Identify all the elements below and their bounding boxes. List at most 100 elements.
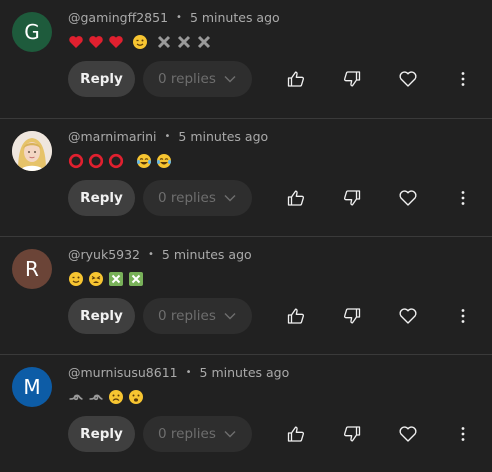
hollow-red-circle-icon bbox=[68, 153, 84, 169]
red-heart-icon bbox=[109, 36, 123, 48]
replies-toggle[interactable]: 0 replies bbox=[143, 298, 252, 334]
comment-username[interactable]: @murnisusu8611 bbox=[68, 365, 178, 380]
thumbs-down-icon bbox=[343, 426, 361, 442]
dislike-button[interactable] bbox=[339, 66, 365, 92]
chevron-down-icon bbox=[224, 313, 236, 320]
winking-face-icon bbox=[69, 272, 83, 286]
avatar[interactable]: M bbox=[12, 367, 52, 407]
heart-outline-icon bbox=[399, 71, 417, 87]
thumbs-down-icon bbox=[343, 190, 361, 206]
avatar-letter: M bbox=[23, 375, 41, 399]
cross-mark-button-icon bbox=[109, 272, 123, 286]
anguished-face-icon bbox=[129, 390, 143, 404]
thumbs-down-icon bbox=[343, 308, 361, 324]
replies-toggle[interactable]: 0 replies bbox=[143, 416, 252, 452]
comment-meta: @ryuk5932 • 5 minutes ago bbox=[68, 247, 252, 262]
multiplication-x-icon bbox=[177, 35, 191, 49]
reply-button[interactable]: Reply bbox=[68, 61, 135, 97]
chevron-down-icon bbox=[224, 195, 236, 202]
comment-item: G @gamingff2851 • 5 minutes ago Reply 0 … bbox=[0, 0, 492, 118]
thumbs-up-icon bbox=[287, 71, 305, 87]
comment-actions: Reply 0 replies bbox=[68, 298, 492, 334]
heart-button[interactable] bbox=[395, 303, 421, 329]
replies-toggle[interactable]: 0 replies bbox=[143, 180, 252, 216]
comment-username[interactable]: @ryuk5932 bbox=[68, 247, 140, 262]
like-button[interactable] bbox=[283, 66, 309, 92]
comment-time: 5 minutes ago bbox=[178, 129, 269, 144]
dislike-button[interactable] bbox=[339, 421, 365, 447]
reply-button[interactable]: Reply bbox=[68, 180, 135, 216]
replies-count: 0 replies bbox=[158, 426, 216, 442]
more-vertical-icon bbox=[461, 427, 465, 441]
more-options-button[interactable] bbox=[450, 66, 476, 92]
replies-count: 0 replies bbox=[158, 190, 216, 206]
thumbs-up-icon bbox=[287, 426, 305, 442]
hollow-red-circle-icon bbox=[108, 153, 124, 169]
tears-of-joy-icon bbox=[157, 154, 171, 168]
avatar[interactable]: R bbox=[12, 249, 52, 289]
replies-toggle[interactable]: 0 replies bbox=[143, 61, 252, 97]
heart-outline-icon bbox=[399, 308, 417, 324]
thumbs-down-icon bbox=[343, 71, 361, 87]
multiplication-x-icon bbox=[157, 35, 171, 49]
dislike-button[interactable] bbox=[339, 185, 365, 211]
chevron-down-icon bbox=[224, 76, 236, 83]
comment-meta: @murnisusu8611 • 5 minutes ago bbox=[68, 365, 289, 380]
replies-count: 0 replies bbox=[158, 308, 216, 324]
comment-actions: Reply 0 replies bbox=[68, 416, 492, 452]
reply-button[interactable]: Reply bbox=[68, 416, 135, 452]
comment-meta: @gamingff2851 • 5 minutes ago bbox=[68, 10, 280, 25]
comment-item: M @murnisusu8611 • 5 minutes ago Reply 0… bbox=[0, 354, 492, 472]
avatar-letter: G bbox=[24, 20, 40, 44]
hollow-red-circle-icon bbox=[88, 153, 104, 169]
avatar-letter: R bbox=[25, 257, 39, 281]
like-button[interactable] bbox=[283, 421, 309, 447]
comment-username[interactable]: @gamingff2851 bbox=[68, 10, 168, 25]
heart-outline-icon bbox=[399, 426, 417, 442]
comment-text bbox=[68, 270, 144, 288]
red-heart-icon bbox=[89, 36, 103, 48]
more-vertical-icon bbox=[461, 309, 465, 323]
heart-button[interactable] bbox=[395, 66, 421, 92]
chevron-down-icon bbox=[224, 431, 236, 438]
comment-time: 5 minutes ago bbox=[199, 365, 290, 380]
like-button[interactable] bbox=[283, 185, 309, 211]
like-button[interactable] bbox=[283, 303, 309, 329]
tears-of-joy-icon bbox=[137, 154, 151, 168]
replies-count: 0 replies bbox=[158, 71, 216, 87]
comment-text bbox=[68, 388, 144, 406]
more-vertical-icon bbox=[461, 191, 465, 205]
tired-face-icon bbox=[89, 272, 103, 286]
comment-actions: Reply 0 replies bbox=[68, 61, 492, 97]
multiplication-x-icon bbox=[197, 35, 211, 49]
comment-username[interactable]: @marnimarini bbox=[68, 129, 157, 144]
heart-outline-icon bbox=[399, 190, 417, 206]
heart-button[interactable] bbox=[395, 421, 421, 447]
cross-mark-button-icon bbox=[129, 272, 143, 286]
comment-item: @marnimarini • 5 minutes ago Reply 0 rep… bbox=[0, 118, 492, 236]
heart-button[interactable] bbox=[395, 185, 421, 211]
comment-actions: Reply 0 replies bbox=[68, 180, 492, 216]
more-options-button[interactable] bbox=[450, 421, 476, 447]
curly-loop-icon bbox=[89, 394, 103, 401]
frowning-face-icon bbox=[109, 390, 123, 404]
comment-text bbox=[68, 33, 212, 51]
thumbs-up-icon bbox=[287, 308, 305, 324]
separator-dot: • bbox=[164, 131, 171, 142]
comment-text bbox=[68, 152, 172, 170]
avatar[interactable] bbox=[12, 131, 52, 171]
more-options-button[interactable] bbox=[450, 303, 476, 329]
separator-dot: • bbox=[176, 12, 182, 23]
more-vertical-icon bbox=[461, 72, 465, 86]
comment-meta: @marnimarini • 5 minutes ago bbox=[68, 129, 268, 144]
reply-button[interactable]: Reply bbox=[68, 298, 135, 334]
thumbs-up-icon bbox=[287, 190, 305, 206]
dislike-button[interactable] bbox=[339, 303, 365, 329]
curly-loop-icon bbox=[69, 394, 83, 401]
separator-dot: • bbox=[185, 367, 192, 378]
comment-time: 5 minutes ago bbox=[189, 10, 280, 25]
more-options-button[interactable] bbox=[450, 185, 476, 211]
comment-time: 5 minutes ago bbox=[161, 247, 252, 262]
avatar[interactable]: G bbox=[12, 12, 52, 52]
comment-item: R @ryuk5932 • 5 minutes ago Reply 0 repl… bbox=[0, 236, 492, 354]
